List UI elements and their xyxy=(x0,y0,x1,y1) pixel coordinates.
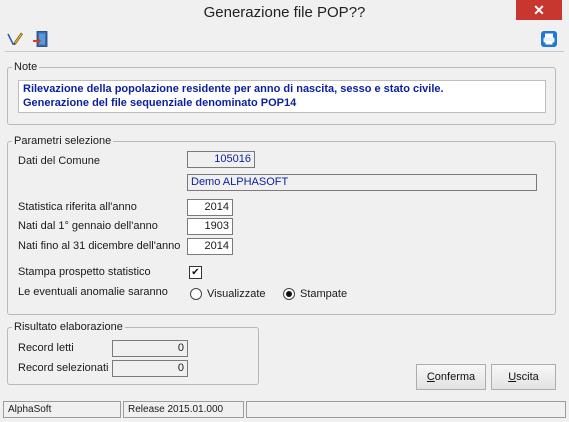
nati-dal-label: Nati dal 1° gennaio dell'anno xyxy=(18,220,158,232)
record-letti-label: Record letti xyxy=(18,342,74,354)
radio-selected-dot xyxy=(286,291,292,297)
radio-visualizzate[interactable] xyxy=(190,288,202,300)
anno-input[interactable]: 2014 xyxy=(187,199,233,216)
window-title: Generazione file POP?? xyxy=(203,4,366,21)
record-selezionati-label: Record selezionati xyxy=(18,362,109,374)
stampa-checkbox[interactable]: ✔ xyxy=(189,266,202,279)
anomalie-label: Le eventuali anomalie saranno xyxy=(18,286,168,298)
note-textarea[interactable]: Rilevazione della popolazione residente … xyxy=(18,80,546,113)
note-line-2: Generazione del file sequenziale denomin… xyxy=(23,97,297,109)
comune-label: Dati del Comune xyxy=(18,155,100,167)
anno-label: Statistica riferita all'anno xyxy=(18,201,137,213)
toolbar xyxy=(0,27,569,51)
radio-visualizzate-label: Visualizzate xyxy=(207,288,266,300)
conferma-button[interactable]: Conferma xyxy=(416,364,486,390)
note-line-1: Rilevazione della popolazione residente … xyxy=(23,83,444,95)
radio-stampate[interactable] xyxy=(283,288,295,300)
status-bar: AlphaSoft Release 2015.01.000 xyxy=(0,399,569,422)
edit-icon[interactable] xyxy=(6,30,24,48)
close-button[interactable]: ✕ xyxy=(516,0,562,20)
dialog-window: Generazione file POP?? ✕ Note Rilevazion… xyxy=(0,0,569,422)
note-legend: Note xyxy=(14,61,38,73)
status-release: Release 2015.01.000 xyxy=(123,401,244,418)
nati-fino-label: Nati fino al 31 dicembre dell'anno xyxy=(18,240,181,252)
nati-dal-input[interactable]: 1903 xyxy=(187,218,233,235)
record-letti-field: 0 xyxy=(112,340,188,357)
title-bar: Generazione file POP?? ✕ xyxy=(0,0,569,26)
stampa-label: Stampa prospetto statistico xyxy=(18,266,151,278)
radio-stampate-label: Stampate xyxy=(300,288,348,300)
result-legend: Risultato elaborazione xyxy=(14,321,123,333)
print-icon[interactable] xyxy=(540,30,558,48)
comune-code-field: 105016 xyxy=(187,151,255,168)
record-selezionati-field: 0 xyxy=(112,360,188,377)
toolbar-separator xyxy=(5,51,564,52)
nati-fino-input[interactable]: 2014 xyxy=(187,238,233,255)
status-app: AlphaSoft xyxy=(3,401,121,418)
status-extra xyxy=(246,401,566,418)
exit-door-icon[interactable] xyxy=(32,30,50,48)
params-legend: Parametri selezione xyxy=(14,135,112,147)
uscita-button[interactable]: Uscita xyxy=(491,364,556,390)
comune-name-field: Demo ALPHASOFT xyxy=(187,174,537,191)
